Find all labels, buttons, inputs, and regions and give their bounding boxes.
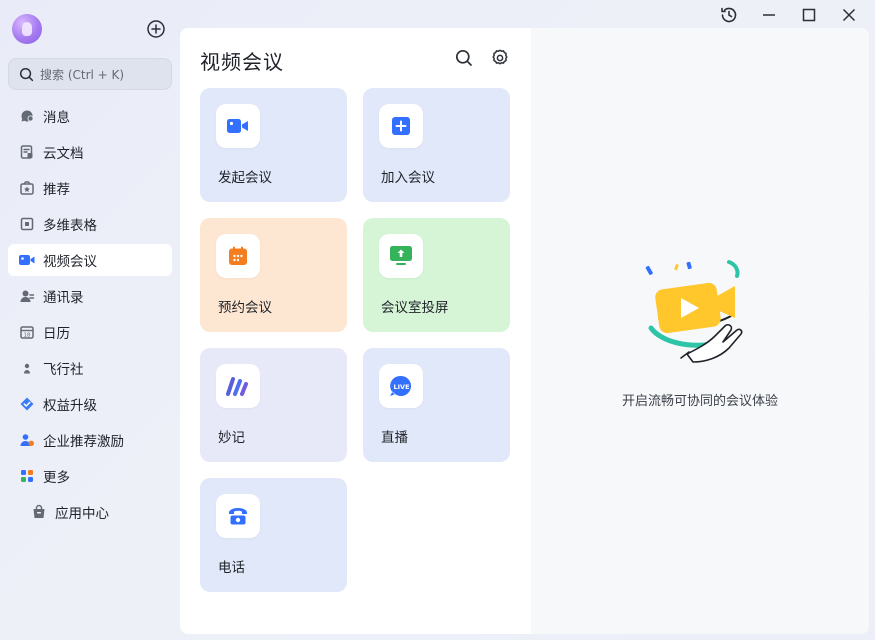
calendar-schedule-icon xyxy=(216,234,260,278)
cloud-doc-icon xyxy=(18,143,36,161)
sidebar-item-flight-club[interactable]: 飞行社 xyxy=(8,352,172,384)
sidebar-item-bitable[interactable]: 多维表格 xyxy=(8,208,172,240)
search-input[interactable]: 搜索 (Ctrl + K) xyxy=(8,58,172,90)
card-label: 预约会议 xyxy=(218,300,272,316)
sidebar-item-label: 权益升级 xyxy=(43,398,97,414)
empty-state-panel: 开启流畅可协同的会议体验 xyxy=(531,28,869,634)
plus-circle-icon[interactable] xyxy=(146,19,166,39)
sidebar-item-label: 通讯录 xyxy=(43,290,84,306)
window-controls xyxy=(709,4,869,26)
page-title: 视频会议 xyxy=(200,50,284,74)
meeting-panel: 视频会议 发起会议 加入会议 预约会议 会议室投屏 妙记 LIVE 直播 电话 xyxy=(180,28,531,634)
phone-card[interactable]: 电话 xyxy=(200,478,347,592)
svg-text:18: 18 xyxy=(24,333,31,339)
search-placeholder: 搜索 (Ctrl + K) xyxy=(40,67,125,82)
close-icon[interactable] xyxy=(829,4,869,26)
live-card[interactable]: LIVE 直播 xyxy=(363,348,510,462)
video-meeting-icon xyxy=(18,251,36,269)
sidebar-item-label: 飞行社 xyxy=(43,362,84,378)
plus-square-icon xyxy=(379,104,423,148)
gear-icon[interactable] xyxy=(490,48,510,68)
sidebar-item-label: 多维表格 xyxy=(43,218,97,234)
search-icon[interactable] xyxy=(454,48,474,68)
sidebar-item-label: 云文档 xyxy=(43,146,84,162)
card-label: 直播 xyxy=(381,430,408,446)
live-badge-text: LIVE xyxy=(393,383,409,391)
schedule-meeting-card[interactable]: 预约会议 xyxy=(200,218,347,332)
sidebar-item-recommend[interactable]: 推荐 xyxy=(8,172,172,204)
referral-icon xyxy=(18,431,36,449)
flight-club-icon xyxy=(18,359,36,377)
sidebar-item-more[interactable]: 更多 xyxy=(8,460,172,492)
message-icon xyxy=(18,107,36,125)
card-label: 电话 xyxy=(218,560,245,576)
sidebar-item-label: 应用中心 xyxy=(55,506,109,522)
card-label: 会议室投屏 xyxy=(381,300,449,316)
screen-share-icon xyxy=(379,234,423,278)
room-screen-share-card[interactable]: 会议室投屏 xyxy=(363,218,510,332)
sidebar-item-messages[interactable]: 消息 xyxy=(8,100,172,132)
camera-icon xyxy=(216,104,260,148)
sidebar-item-label: 更多 xyxy=(43,470,70,486)
sidebar-item-app-center[interactable]: 应用中心 xyxy=(8,496,172,528)
history-icon[interactable] xyxy=(709,4,749,26)
recommend-icon xyxy=(18,179,36,197)
sidebar-item-contacts[interactable]: 通讯录 xyxy=(8,280,172,312)
start-meeting-card[interactable]: 发起会议 xyxy=(200,88,347,202)
more-icon xyxy=(18,467,36,485)
app-center-icon xyxy=(30,503,48,521)
sidebar-item-label: 日历 xyxy=(43,326,70,342)
sidebar-nav: 消息 云文档 推荐 多维表格 视频会议 通讯录 18 日历 飞行社 权益升级 企… xyxy=(8,100,172,532)
card-label: 发起会议 xyxy=(218,170,272,186)
live-icon: LIVE xyxy=(379,364,423,408)
table-icon xyxy=(18,215,36,233)
sidebar-item-label: 消息 xyxy=(43,110,70,126)
sidebar-item-label: 企业推荐激励 xyxy=(43,434,124,450)
card-label: 加入会议 xyxy=(381,170,435,186)
upgrade-icon xyxy=(18,395,36,413)
phone-icon xyxy=(216,494,260,538)
sidebar-item-calendar[interactable]: 18 日历 xyxy=(8,316,172,348)
sidebar-item-upgrade[interactable]: 权益升级 xyxy=(8,388,172,420)
minimize-icon[interactable] xyxy=(749,4,789,26)
sidebar-item-label: 视频会议 xyxy=(43,254,97,270)
empty-state-text: 开启流畅可协同的会议体验 xyxy=(621,394,778,409)
sidebar-item-label: 推荐 xyxy=(43,182,70,198)
card-label: 妙记 xyxy=(218,430,245,446)
sidebar: 搜索 (Ctrl + K) 消息 云文档 推荐 多维表格 视频会议 通讯录 18… xyxy=(0,0,180,640)
sidebar-item-cloud-docs[interactable]: 云文档 xyxy=(8,136,172,168)
minutes-icon xyxy=(216,364,260,408)
user-avatar[interactable] xyxy=(12,14,42,44)
contacts-icon xyxy=(18,287,36,305)
minutes-card[interactable]: 妙记 xyxy=(200,348,347,462)
calendar-icon: 18 xyxy=(18,323,36,341)
search-icon xyxy=(19,67,34,81)
sidebar-item-referral[interactable]: 企业推荐激励 xyxy=(8,424,172,456)
maximize-icon[interactable] xyxy=(789,4,829,26)
video-meeting-illustration xyxy=(637,258,757,368)
join-meeting-card[interactable]: 加入会议 xyxy=(363,88,510,202)
sidebar-item-video-meeting[interactable]: 视频会议 xyxy=(8,244,172,276)
